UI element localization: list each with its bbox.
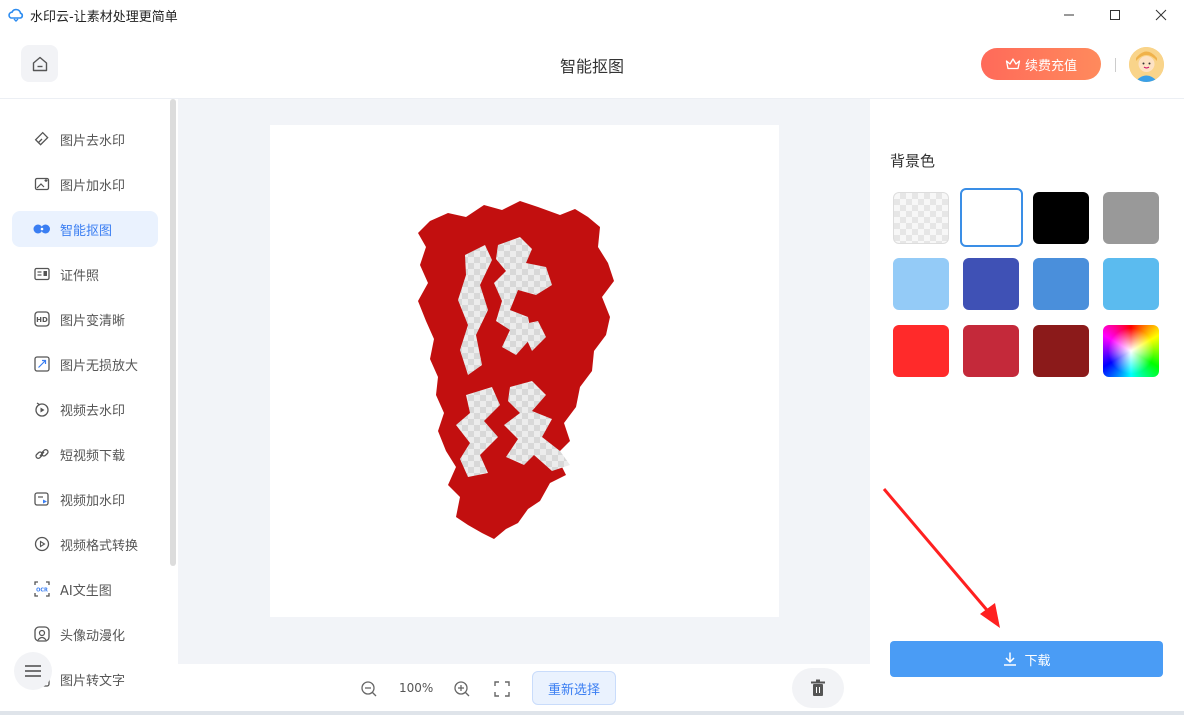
sidebar-item-label: 头像动漫化: [60, 628, 126, 644]
hamburger-menu-icon: [25, 665, 41, 677]
swatch-red[interactable]: [893, 325, 949, 377]
sidebar-item-short-video-download[interactable]: 短视频下载: [12, 436, 158, 472]
play-circle-icon: [33, 535, 51, 553]
canvas-toolbar: 100% 重新选择: [178, 664, 870, 715]
reselect-button[interactable]: 重新选择: [532, 671, 616, 705]
sidebar-item-video-remove-watermark[interactable]: 视频去水印: [12, 391, 158, 427]
user-avatar[interactable]: [1129, 47, 1164, 82]
download-icon: [1004, 652, 1017, 666]
background-color-label: 背景色: [890, 152, 936, 170]
close-button[interactable]: [1138, 0, 1184, 30]
menu-button[interactable]: [14, 652, 52, 690]
renew-recharge-button[interactable]: 续费充值: [981, 48, 1101, 80]
taskbar-strip: [0, 711, 1184, 715]
image-plus-icon: [33, 175, 51, 193]
fullscreen-icon: [494, 681, 510, 697]
swatch-light-blue[interactable]: [893, 258, 949, 310]
fit-screen-button[interactable]: [491, 678, 513, 700]
zoom-in-button[interactable]: [451, 678, 473, 700]
canvas-area: [178, 99, 870, 664]
sidebar-item-label: 视频去水印: [60, 403, 126, 419]
sidebar-item-label: 图片去水印: [60, 133, 126, 149]
id-card-icon: [33, 265, 51, 283]
sidebar-item-video-format-convert[interactable]: 视频格式转换: [12, 526, 158, 562]
swatch-indigo[interactable]: [963, 258, 1019, 310]
minimize-button[interactable]: [1046, 0, 1092, 30]
sidebar-item-image-add-watermark[interactable]: 图片加水印: [12, 166, 158, 202]
swatch-black[interactable]: [1033, 192, 1089, 244]
maximize-button[interactable]: [1092, 0, 1138, 30]
sidebar-item-video-add-watermark[interactable]: 视频加水印: [12, 481, 158, 517]
sidebar-item-label: 视频加水印: [60, 493, 126, 509]
swatch-blue[interactable]: [1033, 258, 1089, 310]
cutout-icon: [33, 220, 51, 238]
app-header: 智能抠图 续费充值: [0, 30, 1184, 99]
sidebar-item-label: 短视频下载: [60, 448, 126, 464]
maximize-icon: [1110, 10, 1120, 20]
seal-stamp-image: [418, 201, 614, 539]
renew-recharge-label: 续费充值: [1024, 58, 1077, 74]
swatch-transparent[interactable]: [893, 192, 949, 244]
sidebar-item-label: 图片无损放大: [60, 358, 139, 374]
window-title: 水印云-让素材处理更简单: [30, 9, 178, 25]
avatar-icon: [1129, 47, 1164, 82]
ai-image-icon: OCR: [33, 580, 51, 598]
minimize-icon: [1064, 14, 1074, 16]
sidebar-item-smart-cutout[interactable]: 智能抠图: [12, 211, 158, 247]
sidebar-item-image-sharpen[interactable]: HD 图片变清晰: [12, 301, 158, 337]
download-label: 下载: [1024, 653, 1051, 669]
swatch-white[interactable]: [960, 188, 1023, 247]
crown-icon: [1005, 58, 1021, 70]
download-button[interactable]: 下载: [890, 641, 1163, 677]
swatch-dark-red[interactable]: [1033, 325, 1089, 377]
sidebar-item-lossless-enlarge[interactable]: 图片无损放大: [12, 346, 158, 382]
delete-button[interactable]: [792, 668, 844, 708]
app-logo-icon: [8, 8, 24, 22]
sidebar-item-label: 图片变清晰: [60, 313, 126, 329]
close-icon: [1155, 9, 1167, 21]
video-erase-icon: [33, 400, 51, 418]
sidebar-item-label: 视频格式转换: [60, 538, 139, 554]
title-bar: 水印云-让素材处理更简单: [0, 0, 1184, 30]
zoom-out-icon: [361, 681, 377, 697]
hd-icon: HD: [33, 310, 51, 328]
sidebar-item-label: 图片加水印: [60, 178, 126, 194]
video-plus-icon: [33, 490, 51, 508]
sidebar-item-label: 智能抠图: [60, 223, 113, 239]
sidebar: 图片去水印 图片加水印 智能抠图 证件照 HD 图片变清晰 图片无损放大 视频去…: [0, 99, 178, 715]
sidebar-item-ai-text-to-image[interactable]: OCR AI文生图: [12, 571, 158, 607]
zoom-level: 100%: [399, 681, 434, 695]
swatch-gray[interactable]: [1103, 192, 1159, 244]
trash-icon: [811, 679, 825, 696]
avatar-anime-icon: [33, 625, 51, 643]
sidebar-item-label: 证件照: [60, 268, 100, 284]
image-canvas[interactable]: [270, 125, 779, 617]
sidebar-item-id-photo[interactable]: 证件照: [12, 256, 158, 292]
zoom-out-button[interactable]: [358, 678, 380, 700]
sidebar-item-label: 图片转文字: [60, 673, 126, 689]
sidebar-scrollbar[interactable]: [170, 99, 176, 566]
right-panel: 背景色 下载: [870, 99, 1184, 715]
swatch-custom-color-picker[interactable]: [1103, 325, 1159, 377]
svg-text:HD: HD: [36, 316, 48, 324]
header-divider: [1115, 58, 1116, 72]
sidebar-item-avatar-anime[interactable]: 头像动漫化: [12, 616, 158, 652]
link-icon: [33, 445, 51, 463]
zoom-in-icon: [454, 681, 470, 697]
enlarge-icon: [33, 355, 51, 373]
eraser-icon: [33, 130, 51, 148]
swatch-crimson[interactable]: [963, 325, 1019, 377]
sidebar-item-image-remove-watermark[interactable]: 图片去水印: [12, 121, 158, 157]
svg-text:OCR: OCR: [36, 588, 48, 594]
swatch-sky-blue[interactable]: [1103, 258, 1159, 310]
sidebar-item-label: AI文生图: [60, 583, 112, 599]
